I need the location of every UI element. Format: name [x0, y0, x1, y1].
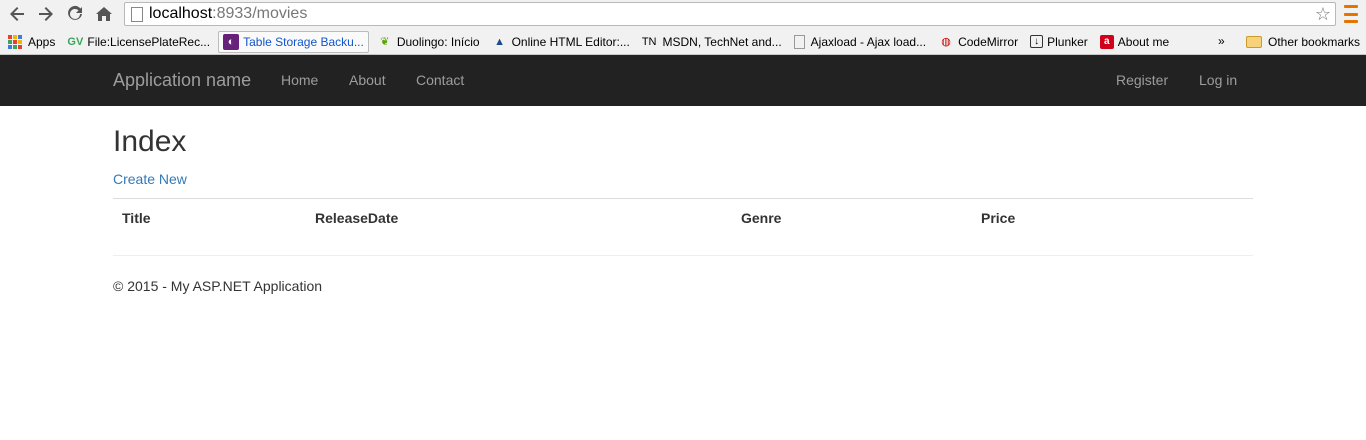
duolingo-icon: ❦: [380, 36, 390, 48]
folder-icon: [1246, 36, 1262, 48]
back-icon[interactable]: [3, 0, 31, 28]
bookmark-star-icon[interactable]: ☆: [1315, 4, 1331, 25]
bookmark-table-storage[interactable]: ◐ Table Storage Backu...: [218, 30, 369, 53]
url-path: :8933/movies: [212, 5, 308, 22]
nav-home[interactable]: Home: [281, 72, 318, 88]
table-top-border: [113, 198, 1253, 199]
nav-login[interactable]: Log in: [1199, 72, 1237, 88]
visualstudio-icon: ◐: [223, 33, 240, 50]
bookmark-msdn[interactable]: TN MSDN, TechNet and...: [638, 31, 786, 53]
bookmark-apps[interactable]: Apps: [4, 31, 59, 53]
reload-icon[interactable]: [61, 0, 89, 28]
column-header-price: Price: [981, 210, 1016, 226]
bookmark-licenseplate[interactable]: GV File:LicensePlateRec...: [63, 31, 214, 53]
brand-link[interactable]: Application name: [113, 70, 251, 91]
plunker-icon: ↓: [1030, 35, 1044, 48]
nav-contact[interactable]: Contact: [416, 72, 464, 88]
address-bar[interactable]: localhost:8933/movies ☆: [124, 2, 1336, 26]
footer-divider: [113, 255, 1253, 256]
bookmark-plunker[interactable]: ↓ Plunker: [1026, 31, 1092, 53]
bookmark-codemirror[interactable]: ◍ CodeMirror: [934, 31, 1022, 53]
app-navbar: Application name Home About Contact Regi…: [0, 55, 1366, 106]
page-title: Index: [113, 125, 187, 158]
home-icon[interactable]: [90, 0, 118, 28]
html-editor-icon: ▲: [494, 35, 505, 48]
create-new-link[interactable]: Create New: [113, 171, 187, 187]
technet-icon: TN: [641, 35, 657, 48]
page-icon: [793, 34, 805, 49]
other-bookmarks[interactable]: Other bookmarks: [1242, 31, 1364, 53]
nav-about[interactable]: About: [349, 72, 386, 88]
browser-toolbar: localhost:8933/movies ☆: [0, 0, 1366, 29]
footer-copyright: © 2015 - My ASP.NET Application: [113, 278, 323, 294]
bookmark-about-me[interactable]: a About me: [1096, 31, 1173, 53]
bookmark-duolingo[interactable]: ❦ Duolingo: Início: [373, 31, 484, 53]
url-host: localhost: [149, 5, 213, 22]
apps-grid-icon: [8, 34, 22, 49]
bookmark-ajaxload[interactable]: Ajaxload - Ajax load...: [790, 31, 930, 53]
column-header-genre: Genre: [741, 210, 782, 226]
column-header-releasedate: ReleaseDate: [315, 210, 399, 226]
wiki-commons-icon: GV: [67, 35, 84, 48]
browser-menu-icon[interactable]: [1344, 5, 1358, 23]
aboutme-icon: a: [1099, 34, 1114, 49]
bookmark-html-editor[interactable]: ▲ Online HTML Editor:...: [488, 31, 634, 53]
more-bookmarks-chevron[interactable]: »: [1218, 34, 1225, 48]
bookmarks-bar: Apps GV File:LicensePlateRec... ◐ Table …: [0, 29, 1366, 55]
column-header-title: Title: [122, 210, 151, 226]
forward-icon[interactable]: [32, 0, 60, 28]
page-icon: [131, 6, 143, 22]
codemirror-icon: ◍: [941, 36, 951, 48]
nav-register[interactable]: Register: [1116, 72, 1168, 88]
